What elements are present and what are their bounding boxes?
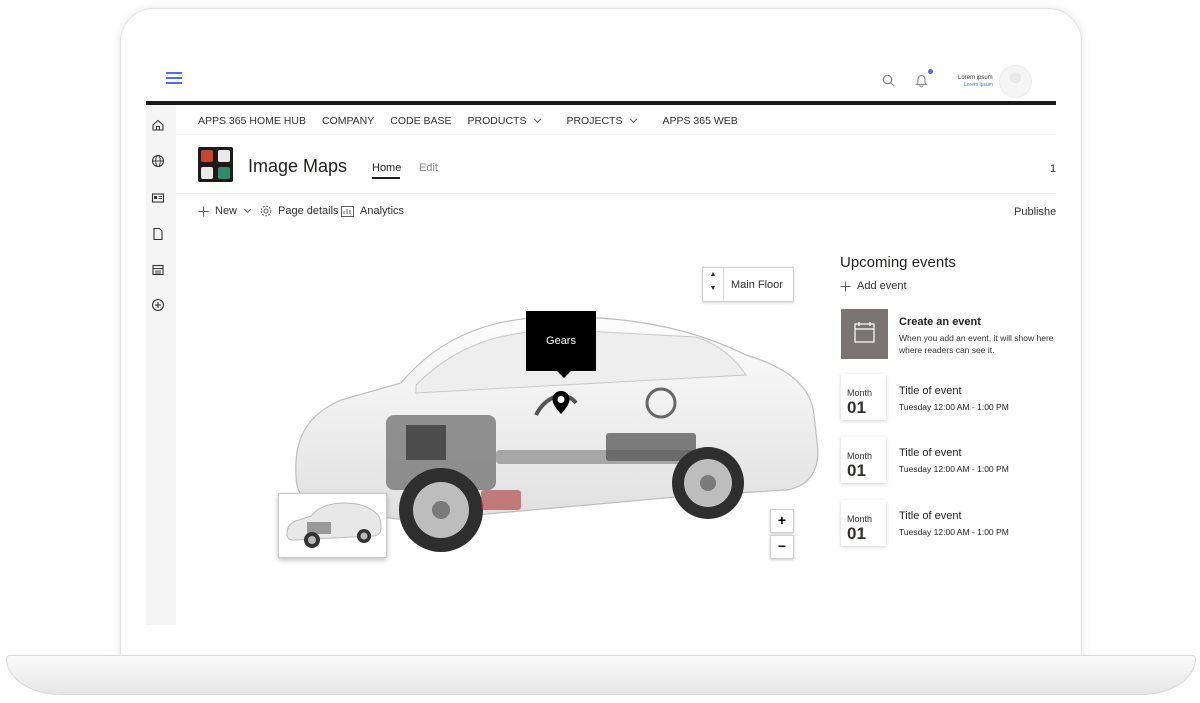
event-day: 01: [847, 524, 866, 543]
nav-item-products[interactable]: PRODUCTS: [468, 115, 551, 127]
suite-header: Lorem ipsum Lorem ipsum: [146, 40, 1056, 105]
event-title[interactable]: Title of event: [899, 510, 962, 522]
event-date[interactable]: Month 01: [841, 437, 886, 483]
site-logo[interactable]: [198, 147, 233, 182]
nav-item-projects[interactable]: PROJECTS: [566, 115, 646, 127]
active-tab-indicator: [372, 177, 400, 179]
nav-item-company[interactable]: COMPANY: [322, 115, 374, 127]
page-details-button[interactable]: Page details: [260, 205, 339, 217]
status-badge: Published: [1014, 206, 1056, 218]
laptop-base: [6, 655, 1196, 695]
page-title: Image Maps: [248, 156, 348, 176]
new-label: New: [215, 205, 238, 217]
globe-icon[interactable]: [151, 154, 165, 168]
chevron-down-icon: [534, 115, 542, 124]
user-name: Lorem ipsum: [958, 75, 993, 81]
thumbnail-car: [286, 502, 382, 548]
home-icon[interactable]: [151, 118, 165, 132]
chevron-down-icon: [630, 115, 638, 124]
map-pin-icon[interactable]: [551, 390, 571, 416]
nav-label: APPS 365 HOME HUB: [198, 115, 306, 127]
tab-home[interactable]: Home: [372, 162, 401, 174]
floor-arrows[interactable]: ▲ ▼: [703, 268, 724, 301]
event-month: Month: [847, 451, 873, 461]
screen: Lorem ipsum Lorem ipsum APPS 365 HOME HU…: [146, 40, 1056, 640]
page-details-label: Page details: [278, 205, 339, 217]
list-icon[interactable]: [151, 263, 165, 277]
nav-label: COMPANY: [321, 115, 375, 127]
search-icon[interactable]: [882, 74, 895, 87]
create-event-title[interactable]: Create an event: [899, 316, 981, 328]
event-day: 01: [847, 461, 866, 480]
event-title[interactable]: Title of event: [899, 385, 962, 397]
bell-icon[interactable]: [915, 73, 928, 87]
add-event-label: Add event: [857, 280, 907, 292]
events-title: Upcoming events: [840, 254, 956, 271]
tooltip-arrow: [556, 370, 572, 378]
user-subtitle: Lorem ipsum: [964, 82, 993, 88]
map-thumbnail[interactable]: [278, 493, 387, 558]
logo-tile: [218, 167, 230, 179]
chevron-down-icon: [243, 205, 252, 214]
event-month: Month: [847, 388, 873, 398]
event-time: Tuesday 12:00 AM - 1:00 PM: [899, 527, 1009, 537]
tooltip-label: Gears: [546, 335, 576, 347]
event-day: 01: [847, 398, 866, 417]
document-icon[interactable]: [151, 227, 165, 241]
chevron-up-icon[interactable]: ▲: [703, 268, 723, 282]
event-time: Tuesday 12:00 AM - 1:00 PM: [899, 402, 1009, 412]
calendar-icon: [854, 322, 875, 343]
add-event-button[interactable]: Add event: [840, 280, 907, 292]
zoom-out-button[interactable]: −: [770, 535, 794, 559]
nav-item-code-base[interactable]: CODE BASE: [390, 115, 451, 127]
logo-tile: [201, 150, 213, 162]
divider: [176, 193, 1056, 194]
logo-tile: [201, 167, 213, 179]
add-circle-icon[interactable]: [151, 298, 165, 312]
nav-label: CODE BASE: [390, 115, 452, 127]
plus-icon: [840, 281, 851, 291]
gear-icon: [260, 205, 272, 217]
analytics-button[interactable]: Analytics: [341, 205, 404, 217]
left-rail: [146, 105, 176, 625]
floor-label: Main Floor: [731, 279, 783, 291]
event-time: Tuesday 12:00 AM - 1:00 PM: [899, 464, 1009, 474]
news-icon[interactable]: [151, 191, 165, 205]
nav-item-apps-365-home-hub[interactable]: APPS 365 HOME HUB: [198, 115, 306, 127]
event-date[interactable]: Month 01: [841, 374, 886, 420]
notification-dot: [928, 69, 933, 74]
nav-label: PRODUCTS: [467, 115, 527, 127]
analytics-label: Analytics: [360, 205, 405, 217]
avatar[interactable]: [999, 65, 1032, 98]
plus-icon: [198, 206, 209, 216]
logo-tile: [218, 150, 230, 162]
header-right-indicator[interactable]: 1: [1050, 163, 1056, 175]
new-button[interactable]: New: [198, 205, 260, 217]
nav-label: APPS 365 WEB: [662, 115, 738, 127]
nav-label: PROJECTS: [566, 115, 623, 127]
event-date[interactable]: Month 01: [841, 500, 886, 546]
menu-icon[interactable]: [166, 72, 182, 87]
floor-selector[interactable]: ▲ ▼ Main Floor: [702, 267, 794, 302]
analytics-icon: [341, 205, 354, 217]
chevron-down-icon[interactable]: ▼: [703, 282, 723, 296]
create-event-tile[interactable]: [841, 309, 888, 359]
zoom-in-button[interactable]: +: [770, 509, 794, 533]
hotspot-tooltip: Gears: [526, 311, 596, 371]
create-event-description: When you add an event, it will show here…: [899, 333, 1054, 355]
event-title[interactable]: Title of event: [899, 447, 962, 459]
nav-item-apps-365-web[interactable]: APPS 365 WEB: [662, 115, 737, 127]
tab-edit[interactable]: Edit: [419, 162, 438, 174]
hub-nav: APPS 365 HOME HUB COMPANY CODE BASE PROD…: [198, 110, 754, 132]
event-month: Month: [847, 514, 873, 524]
divider: [176, 134, 1056, 135]
